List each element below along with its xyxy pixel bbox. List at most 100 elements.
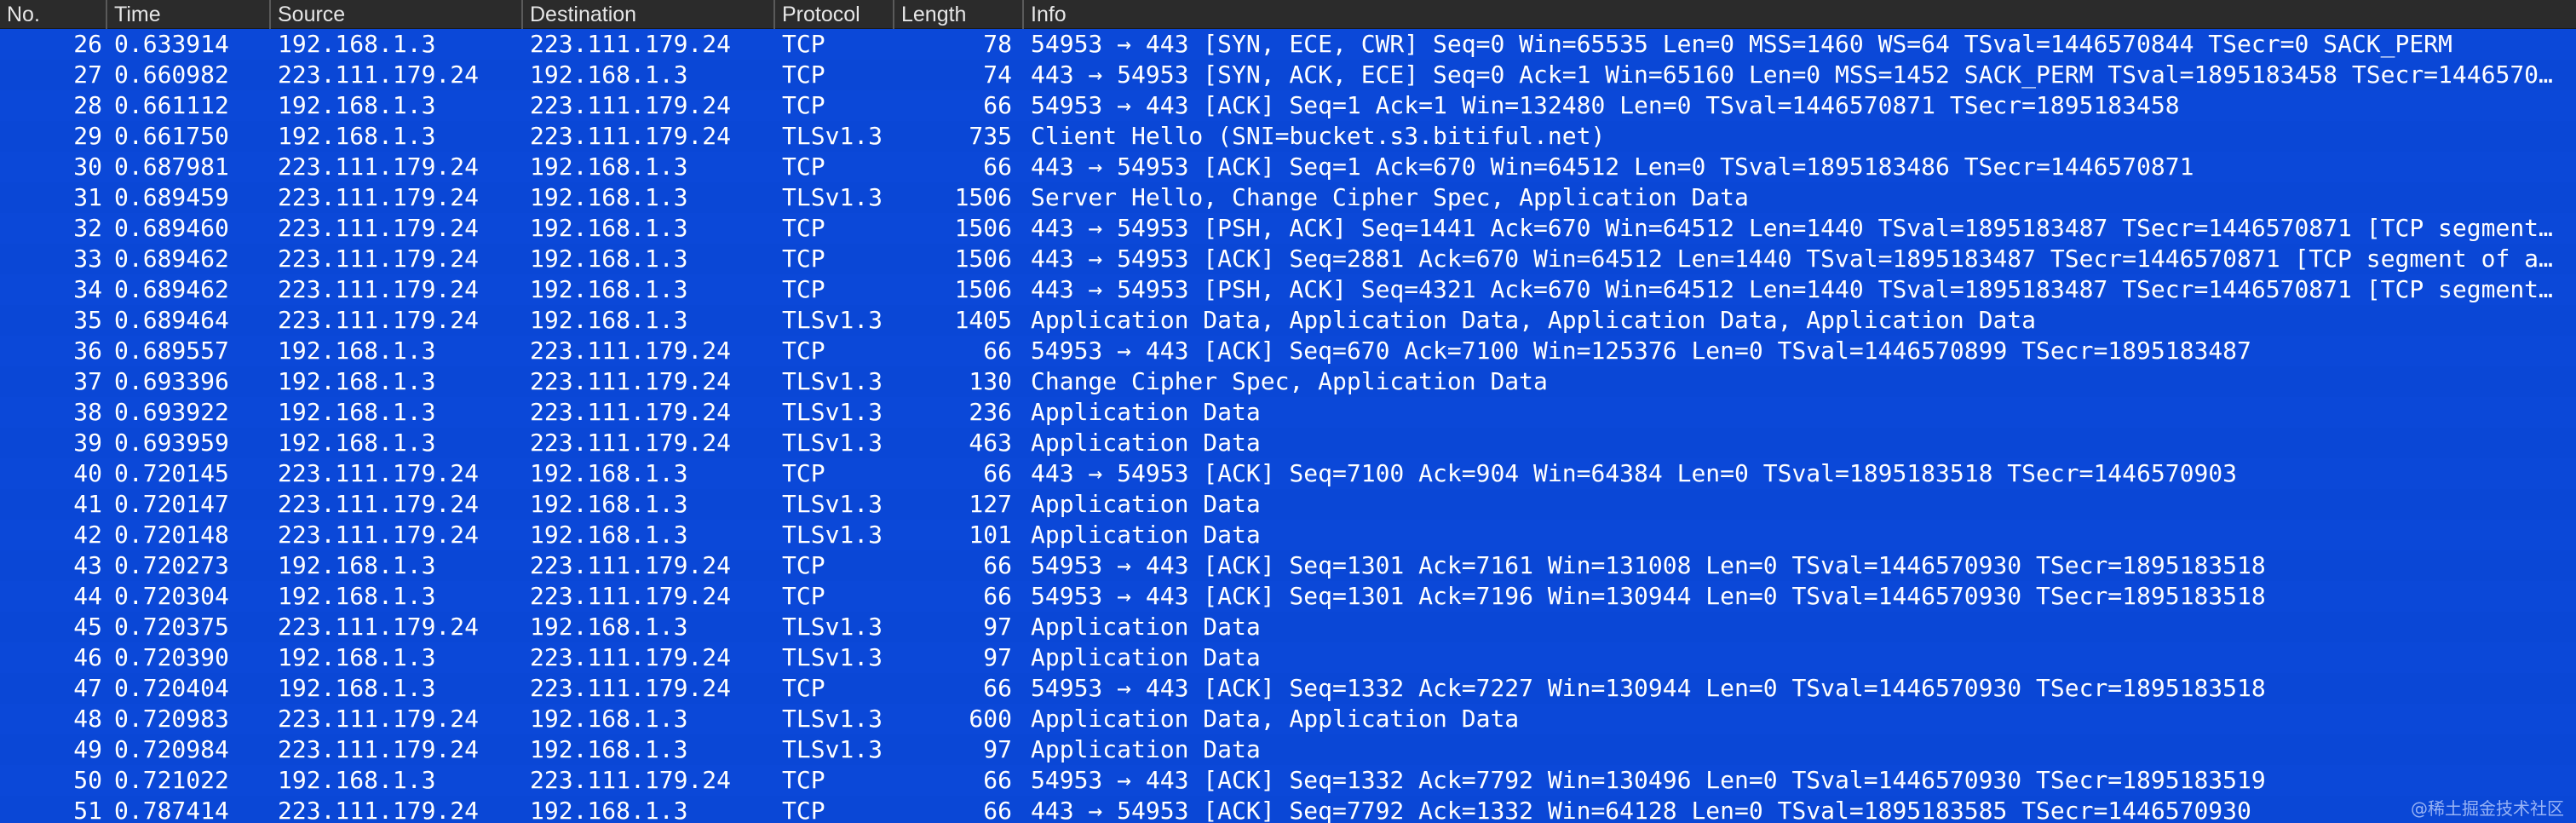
packet-time: 0.689557 xyxy=(114,337,229,365)
packet-source: 192.168.1.3 xyxy=(278,91,436,119)
packet-destination: 223.111.179.24 xyxy=(530,398,732,426)
packet-info: Application Data xyxy=(1031,521,1261,549)
packet-row[interactable]: 28 0.661112 192.168.1.3 223.111.179.24 TCP 66… xyxy=(0,90,2576,121)
packet-destination: 192.168.1.3 xyxy=(530,306,688,334)
packet-destination: 192.168.1.3 xyxy=(530,490,688,518)
packet-source: 223.111.179.24 xyxy=(278,735,480,763)
packet-time: 0.689459 xyxy=(114,183,229,211)
packet-row[interactable]: 32 0.689460 223.111.179.24 192.168.1.3 TCP 15… xyxy=(0,213,2576,244)
packet-info: 54953 → 443 [ACK] Seq=1301 Ack=7161 Win=… xyxy=(1031,551,2266,579)
packet-length: 97 xyxy=(983,735,1012,763)
column-header-time[interactable]: Time xyxy=(107,0,271,29)
packet-destination: 192.168.1.3 xyxy=(530,521,688,549)
packet-destination: 223.111.179.24 xyxy=(530,551,732,579)
packet-destination: 223.111.179.24 xyxy=(530,766,732,794)
packet-destination: 192.168.1.3 xyxy=(530,613,688,641)
packet-source: 223.111.179.24 xyxy=(278,459,480,487)
packet-row[interactable]: 44 0.720304 192.168.1.3 223.111.179.24 TCP 66… xyxy=(0,581,2576,612)
packet-time: 0.693396 xyxy=(114,367,229,395)
packet-source: 223.111.179.24 xyxy=(278,705,480,733)
packet-destination: 192.168.1.3 xyxy=(530,214,688,242)
packet-row[interactable]: 39 0.693959 192.168.1.3 223.111.179.24 TLSv1… xyxy=(0,428,2576,458)
packet-info: 443 → 54953 [ACK] Seq=7100 Ack=904 Win=6… xyxy=(1031,459,2238,487)
packet-row[interactable]: 45 0.720375 223.111.179.24 192.168.1.3 TLSv1… xyxy=(0,612,2576,642)
packet-protocol: TCP xyxy=(782,674,825,702)
packet-no: 27 xyxy=(73,60,102,89)
packet-info: 443 → 54953 [ACK] Seq=1 Ack=670 Win=6451… xyxy=(1031,153,2194,181)
packet-info: Server Hello, Change Cipher Spec, Applic… xyxy=(1031,183,1749,211)
column-header-length[interactable]: Length xyxy=(894,0,1024,29)
packet-no: 32 xyxy=(73,214,102,242)
column-header-destination[interactable]: Destination xyxy=(523,0,775,29)
packet-source: 223.111.179.24 xyxy=(278,613,480,641)
packet-no: 37 xyxy=(73,367,102,395)
packet-no: 43 xyxy=(73,551,102,579)
packet-row[interactable]: 35 0.689464 223.111.179.24 192.168.1.3 TLSv1… xyxy=(0,305,2576,336)
packet-time: 0.687981 xyxy=(114,153,229,181)
packet-row[interactable]: 30 0.687981 223.111.179.24 192.168.1.3 TCP 66… xyxy=(0,152,2576,182)
packet-row[interactable]: 50 0.721022 192.168.1.3 223.111.179.24 TCP 66… xyxy=(0,765,2576,796)
packet-info: Application Data, Application Data, Appl… xyxy=(1031,306,2037,334)
packet-no: 38 xyxy=(73,398,102,426)
packet-row[interactable]: 26 0.633914 192.168.1.3 223.111.179.24 TCP 78… xyxy=(0,29,2576,60)
packet-length: 66 xyxy=(983,459,1012,487)
packet-no: 26 xyxy=(73,30,102,58)
packet-row[interactable]: 40 0.720145 223.111.179.24 192.168.1.3 TCP 66… xyxy=(0,458,2576,489)
packet-source: 192.168.1.3 xyxy=(278,643,436,671)
packet-no: 46 xyxy=(73,643,102,671)
packet-row[interactable]: 34 0.689462 223.111.179.24 192.168.1.3 TCP 15… xyxy=(0,274,2576,305)
packet-source: 223.111.179.24 xyxy=(278,183,480,211)
packet-source: 223.111.179.24 xyxy=(278,797,480,823)
packet-length: 66 xyxy=(983,797,1012,823)
column-header-no[interactable]: No. xyxy=(0,0,107,29)
column-header-protocol[interactable]: Protocol xyxy=(775,0,894,29)
packet-row[interactable]: 36 0.689557 192.168.1.3 223.111.179.24 TCP 66… xyxy=(0,336,2576,366)
packet-row[interactable]: 41 0.720147 223.111.179.24 192.168.1.3 TLSv1… xyxy=(0,489,2576,520)
packet-destination: 223.111.179.24 xyxy=(530,30,732,58)
packet-row[interactable]: 31 0.689459 223.111.179.24 192.168.1.3 TLSv1… xyxy=(0,182,2576,213)
packet-time: 0.720273 xyxy=(114,551,229,579)
packet-info: Application Data xyxy=(1031,735,1261,763)
packet-protocol: TLSv1.3 xyxy=(782,490,883,518)
packet-info: Application Data xyxy=(1031,613,1261,641)
packet-row[interactable]: 29 0.661750 192.168.1.3 223.111.179.24 TLSv1… xyxy=(0,121,2576,152)
column-header-source[interactable]: Source xyxy=(271,0,523,29)
packet-row[interactable]: 38 0.693922 192.168.1.3 223.111.179.24 TLSv1… xyxy=(0,397,2576,428)
packet-destination: 223.111.179.24 xyxy=(530,582,732,610)
packet-no: 29 xyxy=(73,122,102,150)
packet-row[interactable]: 49 0.720984 223.111.179.24 192.168.1.3 TLSv1… xyxy=(0,734,2576,765)
packet-protocol: TCP xyxy=(782,30,825,58)
packet-row[interactable]: 43 0.720273 192.168.1.3 223.111.179.24 TCP 66… xyxy=(0,550,2576,581)
packet-destination: 223.111.179.24 xyxy=(530,674,732,702)
packet-source: 223.111.179.24 xyxy=(278,60,480,89)
packet-row[interactable]: 48 0.720983 223.111.179.24 192.168.1.3 TLSv1… xyxy=(0,704,2576,734)
packet-source: 192.168.1.3 xyxy=(278,122,436,150)
packet-row[interactable]: 33 0.689462 223.111.179.24 192.168.1.3 TCP 15… xyxy=(0,244,2576,274)
packet-protocol: TCP xyxy=(782,551,825,579)
packet-protocol: TCP xyxy=(782,766,825,794)
packet-no: 28 xyxy=(73,91,102,119)
packet-row[interactable]: 51 0.787414 223.111.179.24 192.168.1.3 TCP 66… xyxy=(0,796,2576,823)
packet-protocol: TCP xyxy=(782,797,825,823)
packet-protocol: TLSv1.3 xyxy=(782,306,883,334)
packet-length: 463 xyxy=(969,429,1012,457)
packet-length: 735 xyxy=(969,122,1012,150)
packet-length: 600 xyxy=(969,705,1012,733)
packet-row[interactable]: 42 0.720148 223.111.179.24 192.168.1.3 TLSv1… xyxy=(0,520,2576,550)
packet-row[interactable]: 46 0.720390 192.168.1.3 223.111.179.24 TLSv1… xyxy=(0,642,2576,673)
packet-time: 0.720983 xyxy=(114,705,229,733)
packet-protocol: TLSv1.3 xyxy=(782,122,883,150)
packet-source: 223.111.179.24 xyxy=(278,521,480,549)
packet-protocol: TCP xyxy=(782,337,825,365)
packet-row[interactable]: 37 0.693396 192.168.1.3 223.111.179.24 TLSv1… xyxy=(0,366,2576,397)
packet-protocol: TLSv1.3 xyxy=(782,429,883,457)
packet-row[interactable]: 47 0.720404 192.168.1.3 223.111.179.24 TCP 66… xyxy=(0,673,2576,704)
packet-protocol: TLSv1.3 xyxy=(782,183,883,211)
packet-time: 0.693959 xyxy=(114,429,229,457)
packet-info: 443 → 54953 [SYN, ACK, ECE] Seq=0 Ack=1 … xyxy=(1031,60,2576,89)
packet-info: Application Data xyxy=(1031,429,1261,457)
packet-length: 66 xyxy=(983,337,1012,365)
column-header-info[interactable]: Info xyxy=(1024,0,2576,29)
packet-row[interactable]: 27 0.660982 223.111.179.24 192.168.1.3 TCP 74… xyxy=(0,60,2576,90)
packet-source: 192.168.1.3 xyxy=(278,766,436,794)
